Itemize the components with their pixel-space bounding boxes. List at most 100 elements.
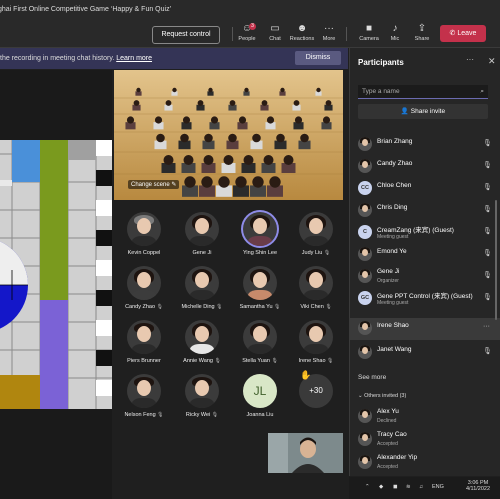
participant-name: Ying Shin Lee [242, 250, 278, 256]
reactions-button[interactable]: ☻ Reactions [288, 24, 316, 43]
add-person-icon: 👤 [400, 108, 411, 115]
participant-tile[interactable]: JL Joanna Liu [234, 374, 286, 418]
learn-more-link[interactable]: Learn more [116, 55, 152, 62]
mic-off-icon[interactable]: 🎙 [483, 249, 492, 257]
invited-row[interactable]: Alex Yu Declined [350, 406, 500, 428]
others-invited-toggle[interactable]: ⌄ Others invited (3) [358, 393, 406, 399]
mic-off-icon[interactable]: 🎙 [483, 183, 492, 191]
meeting-toolbar: Request control ☺ 3 People ▭ Chat ☻ Reac… [0, 20, 500, 48]
participant-row[interactable]: C CreamZang (来宾) (Guest) Meeting guest 🎙 [350, 222, 500, 244]
participant-row-selected[interactable]: Irene Shao ··· [350, 318, 500, 340]
mic-button[interactable]: ♪ Mic [381, 23, 409, 43]
language-indicator[interactable]: ENG [432, 484, 444, 490]
more-options-icon[interactable]: ··· [466, 55, 474, 64]
invite-status: Declined [377, 418, 397, 424]
participant-name: Gene Ji [192, 250, 212, 256]
audience-member-head [276, 133, 285, 143]
chat-button[interactable]: ▭ Chat [261, 23, 289, 43]
mic-off-icon[interactable]: 🎙 [483, 139, 492, 147]
tray-app-icon[interactable]: ◆ [379, 484, 383, 490]
people-button[interactable]: ☺ 3 People [233, 23, 261, 42]
participant-tile[interactable]: Nelson Feng 🎙 [118, 374, 170, 418]
panel-scrollbar[interactable] [495, 200, 497, 320]
participant-row[interactable]: Gene Ji Organizer 🎙 [350, 266, 500, 288]
share-invite-button[interactable]: 👤 Share invite [358, 104, 488, 119]
participant-tile[interactable]: Irene Shao 🎙 [290, 320, 342, 364]
audience-member-head [163, 155, 174, 165]
change-scene-button[interactable]: Change scene ✎ [128, 180, 180, 189]
mic-off-icon: 🎙 [214, 358, 221, 364]
audience-member-head [252, 176, 264, 188]
participant-tile[interactable]: Michelle Ding 🎙 [176, 266, 228, 310]
mic-icon[interactable]: 🎙 [483, 227, 492, 235]
participant-row[interactable]: Candy Zhao 🎙 [350, 156, 500, 178]
chevron-up-icon[interactable]: ⌃ [365, 484, 370, 490]
participant-row[interactable]: Emond Ye 🎙 [350, 244, 500, 266]
audience-member-head [325, 100, 332, 106]
participant-tile-active-speaker[interactable]: Ying Shin Lee [234, 212, 286, 256]
participant-tile[interactable]: Piers Brunner [118, 320, 170, 364]
initials-avatar: GC [358, 291, 372, 305]
more-participants-tile[interactable]: +30 ✋ [290, 370, 342, 408]
audience-member-head [197, 100, 204, 106]
more-button[interactable]: ··· More [315, 24, 343, 43]
clock[interactable]: 3:06 PM 4/11/2022 [461, 480, 495, 492]
share-button[interactable]: ⇪ Share [408, 24, 436, 43]
participant-tile[interactable]: Stella Yuan 🎙 [234, 320, 286, 364]
close-icon[interactable]: ✕ [488, 56, 496, 67]
mic-off-icon[interactable]: 🎙 [483, 293, 492, 301]
participant-avatar [127, 374, 161, 408]
invited-row[interactable]: Tracy Cao Accepted [350, 429, 500, 451]
participant-row[interactable]: Brian Zhang 🎙 [350, 134, 500, 156]
participant-name: Gene PPT Control (来宾) (Guest) [377, 293, 473, 300]
self-video-feed [268, 433, 343, 473]
participant-tile[interactable]: Kevin Coppel [118, 212, 170, 256]
chat-icon: ▭ [270, 23, 280, 34]
audience-member-head [280, 87, 285, 93]
reactions-label: Reactions [289, 36, 315, 42]
participant-tile[interactable]: Annie Wang 🎙 [176, 320, 228, 364]
mic-off-icon[interactable]: 🎙 [483, 161, 492, 169]
tray-app-icon[interactable]: ◼ [393, 484, 398, 490]
dismiss-button[interactable]: Dismiss [295, 51, 341, 65]
leave-button[interactable]: ✆ Leave [440, 25, 486, 42]
participant-tile[interactable]: Candy Zhao 🎙 [118, 266, 170, 310]
participant-tile[interactable]: Ricky Wei 🎙 [176, 374, 228, 418]
volume-icon[interactable]: ♫ [419, 484, 423, 490]
participant-initials-avatar: JL [243, 374, 277, 408]
audience-member-head [228, 133, 237, 143]
participant-row[interactable]: CC Chloe Chen 🎙 [350, 178, 500, 200]
mic-icon[interactable]: 🎙 [483, 271, 492, 279]
participant-row[interactable]: Janet Wang 🎙 [350, 342, 500, 364]
audience-member-head [293, 100, 300, 106]
participant-name: Joanna Liu [246, 412, 274, 418]
window-title: ghai First Online Competitive Game ‘Happ… [0, 6, 172, 13]
participant-name: Brian Zhang [377, 138, 413, 145]
participant-row[interactable]: GC Gene PPT Control (来宾) (Guest) Meeting… [350, 288, 500, 310]
camera-button[interactable]: ■ Camera [355, 24, 383, 43]
participant-tile[interactable]: Samantha Yu 🎙 [234, 266, 286, 310]
participant-tile[interactable]: Viki Chen 🎙 [290, 266, 342, 310]
audience-member-head [184, 176, 196, 188]
invited-row[interactable]: Alexander Yip Accepted [350, 452, 500, 474]
participant-tile[interactable]: Judy Liu 🎙 [290, 212, 342, 256]
participant-row[interactable]: Chris Ding 🎙 [350, 200, 500, 222]
avatar [358, 247, 372, 261]
participant-tile[interactable]: Gene Ji [176, 212, 228, 256]
mic-off-icon[interactable]: 🎙 [483, 347, 492, 355]
raised-hand-icon: ✋ [300, 370, 312, 380]
wifi-icon[interactable]: ≋ [406, 484, 411, 490]
more-options-icon[interactable]: ··· [483, 323, 490, 330]
participant-name: Irene Shao 🎙 [298, 358, 334, 364]
mic-off-icon[interactable]: 🎙 [483, 205, 492, 213]
participant-role: Meeting guest [377, 300, 409, 306]
self-video-preview[interactable] [268, 433, 343, 473]
audience-member-head [210, 116, 219, 124]
mic-off-icon: 🎙 [156, 304, 163, 310]
participant-name: Viki Chen 🎙 [300, 304, 332, 310]
request-control-button[interactable]: Request control [152, 26, 220, 44]
mic-muted-icon: ♪ [392, 23, 398, 34]
see-more-link[interactable]: See more [358, 374, 386, 381]
initials-avatar: C [358, 225, 372, 239]
search-input[interactable]: Type a name ⌕ [358, 85, 488, 99]
